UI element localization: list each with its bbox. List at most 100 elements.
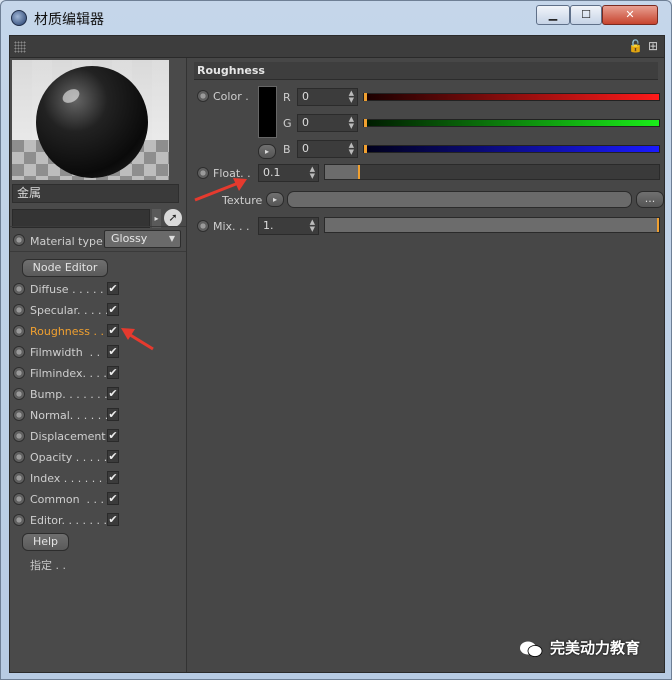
channel-radio[interactable] [13, 304, 25, 316]
channel-checkbox[interactable]: ✔ [107, 450, 119, 463]
float-slider-knob[interactable] [358, 165, 360, 179]
channel-checkbox[interactable]: ✔ [107, 345, 119, 358]
color-radio[interactable] [197, 90, 209, 102]
spinner-icon[interactable]: ▲ ▼ [349, 142, 354, 156]
mix-slider-knob[interactable] [657, 218, 659, 232]
assign-label[interactable]: 指定 . . [30, 557, 66, 573]
float-slider[interactable] [324, 164, 660, 180]
channel-checkbox[interactable]: ✔ [107, 429, 119, 442]
channel-item-normal[interactable]: Normal. . . . . . ✔ [10, 406, 186, 426]
node-editor-button[interactable]: Node Editor [22, 259, 108, 277]
channel-checkbox[interactable]: ✔ [107, 282, 119, 295]
b-value-field[interactable]: 0 ▲ ▼ [297, 140, 358, 158]
channel-radio[interactable] [13, 430, 25, 442]
help-button[interactable]: Help [22, 533, 69, 551]
r-slider-knob[interactable] [364, 93, 367, 101]
channel-radio[interactable] [13, 472, 25, 484]
channel-radio[interactable] [13, 493, 25, 505]
channel-checkbox[interactable]: ✔ [107, 492, 119, 505]
cinema4d-app-icon [11, 10, 27, 26]
channel-checkbox[interactable]: ✔ [107, 471, 119, 484]
channel-label: Specular. . . . . [30, 304, 109, 317]
channel-checkbox[interactable]: ✔ [107, 513, 119, 526]
channel-checkbox[interactable]: ✔ [107, 366, 119, 379]
mix-label: Mix. . . [213, 220, 250, 233]
channel-checkbox[interactable]: ✔ [107, 303, 119, 316]
float-value-field[interactable]: 0.1 ▲ ▼ [258, 164, 319, 182]
close-button[interactable]: ✕ [602, 5, 658, 25]
channel-item-bump[interactable]: Bump. . . . . . . ✔ [10, 385, 186, 405]
color-expand-button[interactable]: ▸ [258, 144, 276, 159]
b-slider[interactable] [363, 145, 660, 153]
float-slider-fill [325, 165, 358, 179]
divider [10, 226, 186, 227]
mix-value-field[interactable]: 1. ▲ ▼ [258, 217, 319, 235]
texture-expand-button[interactable]: ▸ [266, 192, 284, 207]
spinner-icon[interactable]: ▲ ▼ [310, 166, 315, 180]
chevron-down-icon: ▼ [168, 234, 175, 243]
watermark: 完美动力教育 [516, 637, 640, 658]
texture-browse-button[interactable]: ... [636, 191, 664, 208]
channel-item-opacity[interactable]: Opacity . . . . . ✔ [10, 448, 186, 468]
annotation-arrow-icon [121, 328, 154, 351]
section-title: Roughness [194, 62, 658, 80]
channel-radio[interactable] [13, 346, 25, 358]
channel-checkbox[interactable]: ✔ [107, 387, 119, 400]
channel-item-common[interactable]: Common . . . . ✔ [10, 490, 186, 510]
new-panel-icon[interactable]: ⊞ [646, 39, 660, 54]
spinner-icon[interactable]: ▲ ▼ [349, 116, 354, 130]
g-value-field[interactable]: 0 ▲ ▼ [297, 114, 358, 132]
material-editor-window: 材质编辑器 ▁ ☐ ✕ 🔓 ⊞ 金属 ▸ ➚ Material type Glo… [0, 0, 672, 680]
color-swatch[interactable] [258, 86, 277, 138]
channel-item-editor[interactable]: Editor. . . . . . . ✔ [10, 511, 186, 531]
mix-radio[interactable] [197, 220, 209, 232]
mix-slider[interactable] [324, 217, 660, 233]
pick-cursor-icon[interactable]: ➚ [164, 209, 182, 227]
channel-radio[interactable] [13, 388, 25, 400]
material-preview[interactable] [12, 60, 169, 180]
channel-item-specular[interactable]: Specular. . . . . ✔ [10, 301, 186, 321]
minimize-button[interactable]: ▁ [536, 5, 570, 25]
maximize-button[interactable]: ☐ [570, 5, 602, 25]
mix-value: 1. [263, 219, 274, 232]
material-name-field[interactable]: 金属 [12, 184, 179, 203]
panel-grip-icon[interactable] [14, 41, 26, 53]
r-slider[interactable] [363, 93, 660, 101]
material-type-label: Material type [30, 235, 103, 248]
channel-settings-panel: Roughness Color . R 0 ▲ ▼ G 0 ▲ ▼ ▸ B 0 ▲ ▼ [190, 58, 664, 672]
lock-icon[interactable]: 🔓 [628, 39, 643, 54]
channel-label: Normal. . . . . . [30, 409, 109, 422]
material-type-select[interactable]: Glossy ▼ [104, 230, 181, 248]
b-slider-knob[interactable] [364, 145, 367, 153]
channel-label: Bump. . . . . . . [30, 388, 108, 401]
watermark-text: 完美动力教育 [550, 639, 641, 657]
texture-field[interactable] [287, 191, 632, 208]
channel-item-diffuse[interactable]: Diffuse . . . . . . ✔ [10, 280, 186, 300]
channel-item-roughness[interactable]: Roughness . . ✔ [10, 322, 186, 342]
editor-body: 🔓 ⊞ 金属 ▸ ➚ Material type Glossy ▼ Node E… [9, 35, 665, 673]
g-slider[interactable] [363, 119, 660, 127]
spinner-icon[interactable]: ▲ ▼ [349, 90, 354, 104]
channel-radio[interactable] [13, 367, 25, 379]
annotation-arrow-icon [194, 178, 247, 202]
r-value-field[interactable]: 0 ▲ ▼ [297, 88, 358, 106]
channel-radio[interactable] [13, 325, 25, 337]
channel-item-filmindex[interactable]: Filmindex. . . . ✔ [10, 364, 186, 384]
channel-radio[interactable] [13, 514, 25, 526]
channel-checkbox[interactable]: ✔ [107, 408, 119, 421]
editor-toolbar: 🔓 ⊞ [10, 36, 664, 58]
window-title: 材质编辑器 [34, 12, 104, 28]
spinner-icon[interactable]: ▲ ▼ [310, 219, 315, 233]
channel-radio[interactable] [13, 451, 25, 463]
channel-item-filmwidth[interactable]: Filmwidth . . ✔ [10, 343, 186, 363]
channel-radio[interactable] [13, 283, 25, 295]
float-value: 0.1 [263, 166, 281, 179]
channel-item-displacement[interactable]: Displacement ✔ [10, 427, 186, 447]
material-type-radio[interactable] [13, 234, 25, 246]
channel-label: Diffuse . . . . . . [30, 283, 111, 296]
channel-radio[interactable] [13, 409, 25, 421]
channel-checkbox[interactable]: ✔ [107, 324, 119, 337]
channel-label: Opacity . . . . . [30, 451, 108, 464]
g-slider-knob[interactable] [364, 119, 367, 127]
channel-item-index[interactable]: Index . . . . . . . ✔ [10, 469, 186, 489]
